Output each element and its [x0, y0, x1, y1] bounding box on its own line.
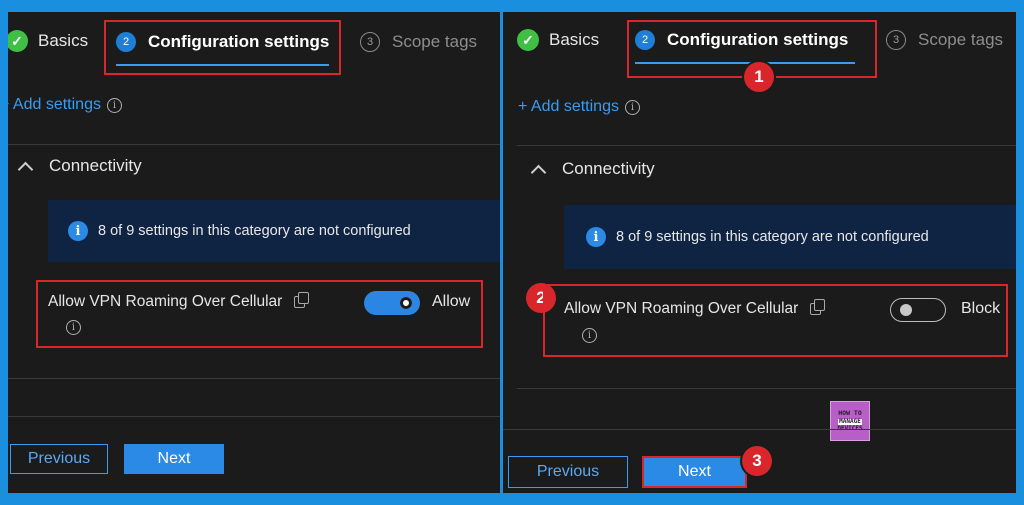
chevron-up-icon [17, 161, 34, 177]
step-basics-label: Basics [38, 31, 89, 50]
add-settings-label: + Add settings [518, 98, 619, 115]
allow-toggle[interactable] [364, 291, 420, 315]
step-number-icon: 3 [360, 32, 380, 52]
divider [503, 429, 1016, 430]
step-basics[interactable]: ✓ Basics [8, 30, 88, 52]
divider [8, 378, 500, 379]
connectivity-section-header[interactable]: Connectivity [530, 159, 655, 180]
divider [517, 388, 1016, 389]
add-settings-label: + Add settings [8, 96, 101, 113]
left-panel: ✓ Basics 2 Configuration settings 3 Scop… [8, 12, 500, 493]
right-panel: ✓ Basics 2 Configuration settings 1 3 Sc… [503, 12, 1016, 493]
toggle-knob [900, 304, 912, 316]
info-icon[interactable]: i [582, 328, 597, 343]
setting-label: Allow VPN Roaming Over Cellular [564, 299, 826, 318]
highlight-box-setting [36, 280, 483, 348]
info-filled-icon: i [586, 227, 606, 247]
toggle-state-text: Block [961, 300, 1001, 317]
toggle-knob [400, 297, 412, 309]
info-banner: i 8 of 9 settings in this category are n… [48, 200, 500, 262]
checkmark-icon: ✓ [517, 29, 539, 51]
copy-icon[interactable] [294, 292, 310, 308]
chevron-up-icon [530, 164, 547, 180]
setting-name: Allow VPN Roaming Over Cellular [48, 293, 283, 310]
step-scope-label: Scope tags [392, 32, 478, 51]
banner-text: 8 of 9 settings in this category are not… [616, 229, 929, 245]
setting-name: Allow VPN Roaming Over Cellular [564, 300, 799, 317]
checkmark-icon: ✓ [8, 30, 28, 52]
howtomanagedevices-logo: HOW TO MANAGE DEVICES [830, 401, 870, 441]
section-title: Connectivity [562, 159, 655, 178]
highlight-box-step [104, 20, 341, 75]
callout-badge-3: 3 [742, 446, 772, 476]
previous-button[interactable]: Previous [10, 444, 108, 474]
callout-badge-1: 1 [744, 62, 774, 92]
divider [8, 416, 500, 417]
setting-label: Allow VPN Roaming Over Cellular [48, 292, 310, 311]
divider [517, 145, 1016, 146]
divider [8, 144, 500, 145]
step-basics[interactable]: ✓ Basics [517, 29, 599, 51]
info-icon[interactable]: i [106, 97, 122, 113]
info-banner: i 8 of 9 settings in this category are n… [564, 205, 1016, 269]
next-button[interactable]: Next [642, 456, 747, 488]
info-icon[interactable]: i [66, 320, 81, 335]
copy-icon[interactable] [810, 299, 826, 315]
step-basics-label: Basics [549, 30, 600, 49]
section-title: Connectivity [49, 156, 142, 175]
step-scope-label: Scope tags [918, 30, 1004, 49]
connectivity-section-header[interactable]: Connectivity [17, 156, 142, 177]
step-scope-tags[interactable]: 3 Scope tags [886, 30, 1003, 50]
step-scope-tags[interactable]: 3 Scope tags [360, 32, 477, 52]
block-toggle[interactable] [890, 298, 946, 322]
add-settings-link[interactable]: + Add settings i [518, 98, 640, 116]
add-settings-link[interactable]: + Add settings i [8, 96, 122, 114]
info-icon[interactable]: i [624, 99, 640, 115]
step-number-icon: 3 [886, 30, 906, 50]
next-button[interactable]: Next [124, 444, 224, 474]
toggle-state-text: Allow [432, 293, 471, 310]
info-filled-icon: i [68, 221, 88, 241]
previous-button[interactable]: Previous [508, 456, 628, 488]
banner-text: 8 of 9 settings in this category are not… [98, 223, 411, 239]
